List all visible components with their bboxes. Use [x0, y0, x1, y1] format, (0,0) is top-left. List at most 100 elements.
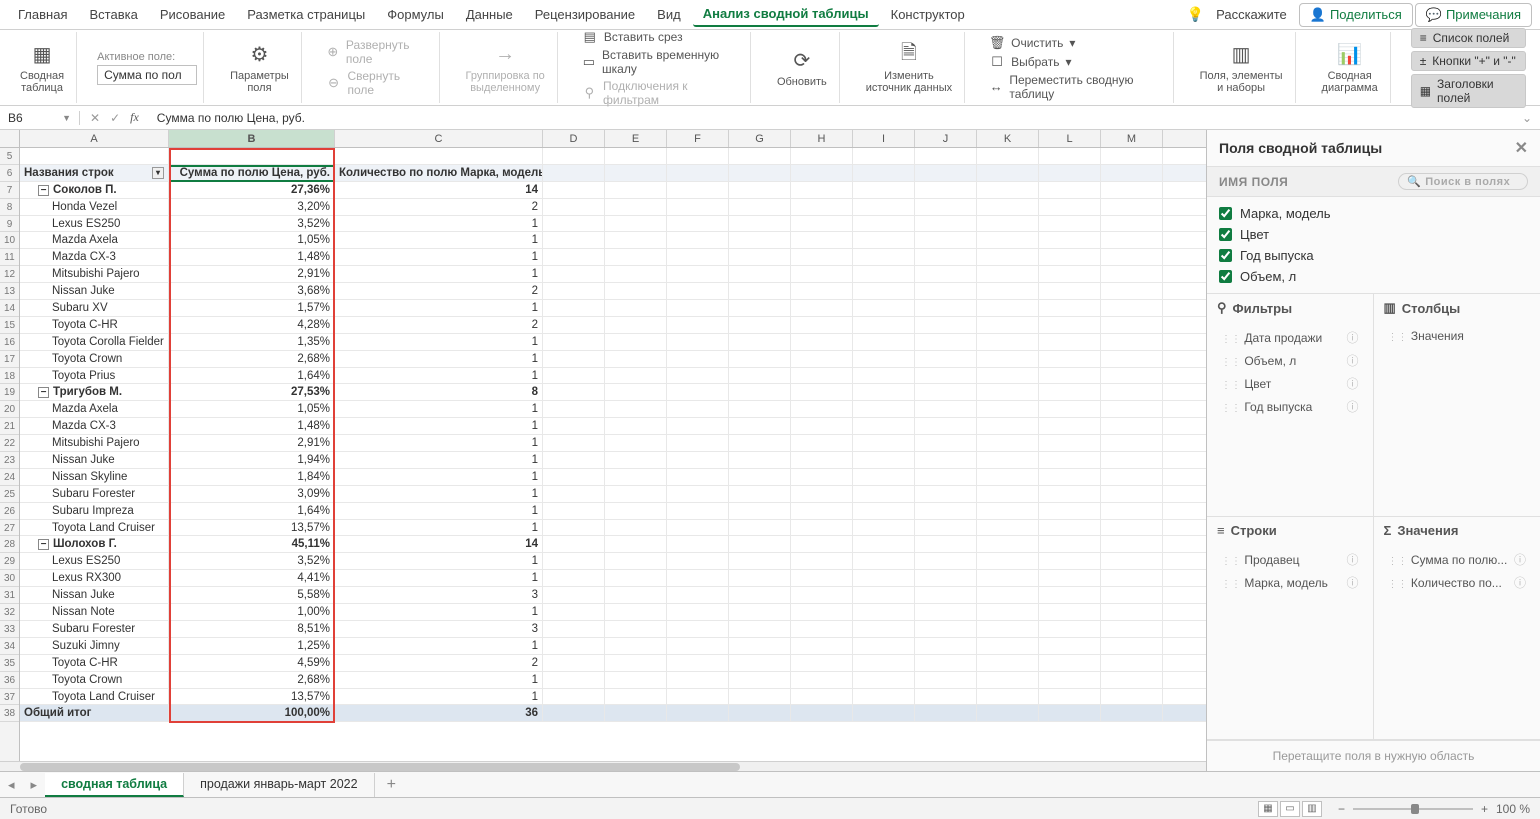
empty-cell[interactable]	[791, 553, 853, 569]
empty-cell[interactable]	[977, 520, 1039, 536]
close-panel-icon[interactable]: ✕	[1515, 138, 1528, 158]
empty-cell[interactable]	[791, 216, 853, 232]
empty-cell[interactable]	[791, 520, 853, 536]
empty-cell[interactable]	[543, 621, 605, 637]
data-count-cell[interactable]: 1	[335, 553, 543, 569]
tab-prev-icon[interactable]: ◂	[0, 777, 23, 793]
menu-item-4[interactable]: Формулы	[377, 3, 454, 26]
empty-cell[interactable]	[1101, 689, 1163, 705]
row-header[interactable]: 9	[0, 216, 19, 233]
empty-cell[interactable]	[977, 486, 1039, 502]
empty-cell[interactable]	[667, 435, 729, 451]
row-header[interactable]: 38	[0, 705, 19, 722]
empty-cell[interactable]	[729, 672, 791, 688]
fx-icon[interactable]: fx	[130, 110, 139, 125]
empty-cell[interactable]	[667, 148, 729, 164]
empty-cell[interactable]	[791, 638, 853, 654]
empty-cell[interactable]	[1101, 165, 1163, 181]
empty-cell[interactable]	[667, 249, 729, 265]
data-name-cell[interactable]: Mazda Axela	[20, 401, 169, 417]
empty-cell[interactable]	[853, 689, 915, 705]
data-sum-cell[interactable]: 3,20%	[169, 199, 335, 215]
empty-cell[interactable]	[1039, 621, 1101, 637]
empty-cell[interactable]	[791, 266, 853, 282]
column-header-M[interactable]: M	[1101, 130, 1163, 147]
empty-cell[interactable]	[915, 368, 977, 384]
empty-cell[interactable]	[1039, 283, 1101, 299]
group-sum[interactable]: 27,36%	[169, 182, 335, 198]
empty-cell[interactable]	[791, 418, 853, 434]
horizontal-scrollbar[interactable]	[0, 761, 1206, 771]
empty-cell[interactable]	[1039, 536, 1101, 552]
empty-cell[interactable]	[605, 182, 667, 198]
column-header-K[interactable]: K	[977, 130, 1039, 147]
empty-cell[interactable]	[1039, 266, 1101, 282]
data-name-cell[interactable]: Subaru XV	[20, 300, 169, 316]
empty-cell[interactable]	[543, 216, 605, 232]
empty-cell[interactable]	[977, 621, 1039, 637]
empty-cell[interactable]	[853, 401, 915, 417]
empty-cell[interactable]	[791, 249, 853, 265]
empty-cell[interactable]	[1101, 182, 1163, 198]
empty-cell[interactable]	[543, 486, 605, 502]
empty-cell[interactable]	[729, 638, 791, 654]
empty-cell[interactable]	[1101, 435, 1163, 451]
empty-cell[interactable]	[605, 148, 667, 164]
empty-cell[interactable]	[791, 232, 853, 248]
empty-cell[interactable]	[977, 199, 1039, 215]
empty-cell[interactable]	[977, 655, 1039, 671]
empty-cell[interactable]	[853, 503, 915, 519]
data-sum-cell[interactable]: 4,59%	[169, 655, 335, 671]
empty-cell[interactable]	[915, 216, 977, 232]
row-header[interactable]: 18	[0, 368, 19, 385]
empty-cell[interactable]	[791, 435, 853, 451]
empty-cell[interactable]	[605, 199, 667, 215]
data-name-cell[interactable]: Toyota Prius	[20, 368, 169, 384]
empty-cell[interactable]	[853, 199, 915, 215]
empty-cell[interactable]	[791, 300, 853, 316]
empty-cell[interactable]	[729, 570, 791, 586]
empty-cell[interactable]	[791, 587, 853, 603]
row-header[interactable]: 22	[0, 435, 19, 452]
empty-cell[interactable]	[543, 317, 605, 333]
row-header[interactable]: 10	[0, 232, 19, 249]
data-sum-cell[interactable]: 13,57%	[169, 520, 335, 536]
data-count-cell[interactable]: 1	[335, 469, 543, 485]
empty-cell[interactable]	[853, 655, 915, 671]
empty-cell[interactable]	[729, 165, 791, 181]
data-name-cell[interactable]: Honda Vezel	[20, 199, 169, 215]
empty-cell[interactable]	[605, 520, 667, 536]
empty-cell[interactable]	[853, 672, 915, 688]
empty-cell[interactable]	[791, 689, 853, 705]
row-header[interactable]: 6	[0, 165, 19, 182]
empty-cell[interactable]	[1101, 401, 1163, 417]
data-name-cell[interactable]: Toyota Land Cruiser	[20, 520, 169, 536]
empty-cell[interactable]	[543, 520, 605, 536]
data-count-cell[interactable]: 1	[335, 368, 543, 384]
empty-cell[interactable]	[729, 334, 791, 350]
empty-cell[interactable]	[791, 536, 853, 552]
empty-cell[interactable]	[791, 503, 853, 519]
empty-cell[interactable]	[915, 638, 977, 654]
data-name-cell[interactable]: Toyota Land Cruiser	[20, 689, 169, 705]
row-header[interactable]: 12	[0, 266, 19, 283]
empty-cell[interactable]	[1039, 216, 1101, 232]
empty-cell[interactable]	[1039, 587, 1101, 603]
empty-cell[interactable]	[605, 351, 667, 367]
empty-cell[interactable]	[667, 621, 729, 637]
namebox-dropdown-icon[interactable]: ▼	[62, 113, 71, 123]
data-name-cell[interactable]: Toyota Corolla Fielder	[20, 334, 169, 350]
empty-cell[interactable]	[915, 587, 977, 603]
empty-cell[interactable]	[543, 418, 605, 434]
empty-cell[interactable]	[667, 553, 729, 569]
empty-cell[interactable]	[543, 705, 605, 721]
empty-cell[interactable]	[1101, 368, 1163, 384]
empty-cell[interactable]	[667, 672, 729, 688]
empty-cell[interactable]	[667, 232, 729, 248]
data-name-cell[interactable]: Toyota C-HR	[20, 655, 169, 671]
data-sum-cell[interactable]: 1,94%	[169, 452, 335, 468]
data-name-cell[interactable]: Nissan Juke	[20, 587, 169, 603]
empty-cell[interactable]	[791, 570, 853, 586]
empty-cell[interactable]	[667, 182, 729, 198]
empty-cell[interactable]	[853, 182, 915, 198]
